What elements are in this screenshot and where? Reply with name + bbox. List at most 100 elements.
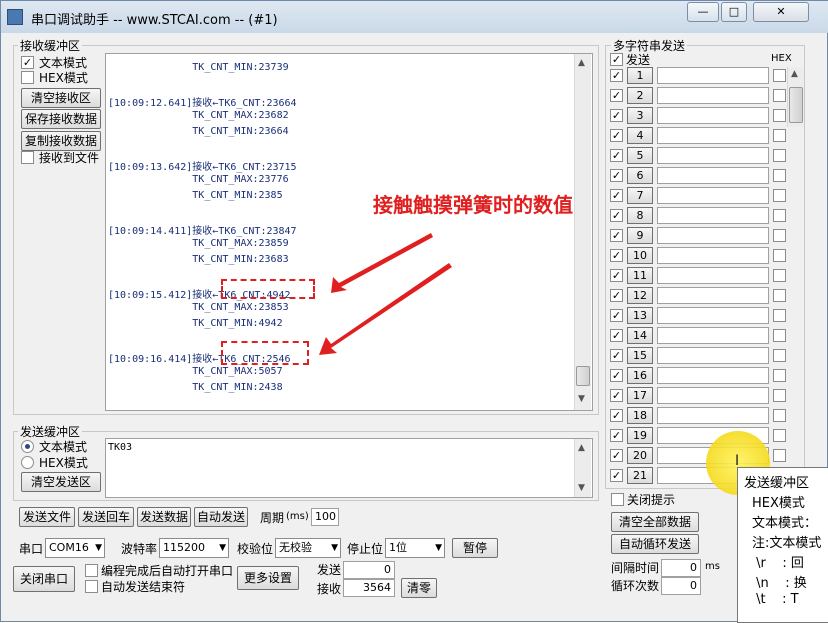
multi-row-checkbox[interactable]: ✓ [610, 409, 623, 422]
clear-all-button[interactable]: 清空全部数据 [611, 512, 699, 532]
clear-send-button[interactable]: 清空发送区 [21, 472, 101, 492]
send-scrollbar[interactable]: ▲ ▼ [574, 439, 591, 497]
multi-row-input[interactable] [657, 187, 769, 204]
send-scroll-up-icon[interactable]: ▲ [578, 443, 585, 453]
period-input[interactable]: 100 [311, 508, 339, 526]
multi-row-checkbox[interactable]: ✓ [610, 69, 623, 82]
send-text-mode-radio[interactable] [21, 440, 34, 453]
multi-row-send-button[interactable]: 10 [627, 247, 653, 264]
multi-row-input[interactable] [657, 167, 769, 184]
multi-row-input[interactable] [657, 347, 769, 364]
loop-input[interactable]: 0 [661, 577, 701, 595]
multi-row-checkbox[interactable]: ✓ [610, 269, 623, 282]
multi-row-checkbox[interactable]: ✓ [610, 449, 623, 462]
multi-row-send-button[interactable]: 11 [627, 267, 653, 284]
multi-row-input[interactable] [657, 207, 769, 224]
multi-row-hex-checkbox[interactable] [773, 189, 786, 202]
multi-row-input[interactable] [657, 107, 769, 124]
multi-row-hex-checkbox[interactable] [773, 349, 786, 362]
multi-row-checkbox[interactable]: ✓ [610, 349, 623, 362]
auto-send-button[interactable]: 自动发送 [194, 507, 248, 527]
multi-row-hex-checkbox[interactable] [773, 229, 786, 242]
multi-row-checkbox[interactable]: ✓ [610, 309, 623, 322]
multi-row-checkbox[interactable]: ✓ [610, 109, 623, 122]
multi-row-checkbox[interactable]: ✓ [610, 329, 623, 342]
multi-row-send-button[interactable]: 8 [627, 207, 653, 224]
multi-row-input[interactable] [657, 87, 769, 104]
multi-row-send-button[interactable]: 19 [627, 427, 653, 444]
multi-row-send-button[interactable]: 18 [627, 407, 653, 424]
multi-row-checkbox[interactable]: ✓ [610, 369, 623, 382]
multi-row-hex-checkbox[interactable] [773, 429, 786, 442]
multi-row-checkbox[interactable]: ✓ [610, 469, 623, 482]
send-enter-button[interactable]: 发送回车 [78, 507, 134, 527]
multi-row-checkbox[interactable]: ✓ [610, 129, 623, 142]
multi-row-send-button[interactable]: 20 [627, 447, 653, 464]
port-select[interactable]: COM16 ▼ [45, 538, 105, 558]
multi-row-send-button[interactable]: 5 [627, 147, 653, 164]
multi-row-input[interactable] [657, 327, 769, 344]
multi-row-send-button[interactable]: 7 [627, 187, 653, 204]
multi-row-checkbox[interactable]: ✓ [610, 149, 623, 162]
multi-row-send-button[interactable]: 2 [627, 87, 653, 104]
multi-row-hex-checkbox[interactable] [773, 329, 786, 342]
auto-close-checkbox[interactable] [85, 580, 98, 593]
multi-row-checkbox[interactable]: ✓ [610, 289, 623, 302]
send-file-button[interactable]: 发送文件 [19, 507, 75, 527]
multi-row-send-button[interactable]: 3 [627, 107, 653, 124]
multi-row-checkbox[interactable]: ✓ [610, 229, 623, 242]
auto-loop-button[interactable]: 自动循环发送 [611, 534, 699, 554]
pause-button[interactable]: 暂停 [452, 538, 498, 558]
stop-select[interactable]: 1位 ▼ [385, 538, 445, 558]
multi-row-hex-checkbox[interactable] [773, 369, 786, 382]
multi-row-send-button[interactable]: 16 [627, 367, 653, 384]
multi-row-input[interactable] [657, 247, 769, 264]
send-data-button[interactable]: 发送数据 [137, 507, 191, 527]
multi-row-input[interactable] [657, 127, 769, 144]
multi-row-hex-checkbox[interactable] [773, 309, 786, 322]
multi-row-send-button[interactable]: 9 [627, 227, 653, 244]
multi-row-checkbox[interactable]: ✓ [610, 429, 623, 442]
multi-row-input[interactable] [657, 147, 769, 164]
multi-row-hex-checkbox[interactable] [773, 449, 786, 462]
multi-row-send-button[interactable]: 15 [627, 347, 653, 364]
multi-row-send-button[interactable]: 21 [627, 467, 653, 484]
multi-row-input[interactable] [657, 387, 769, 404]
baud-select[interactable]: 115200 ▼ [159, 538, 229, 558]
multi-row-send-button[interactable]: 13 [627, 307, 653, 324]
multi-row-send-button[interactable]: 17 [627, 387, 653, 404]
multi-row-checkbox[interactable]: ✓ [610, 89, 623, 102]
multi-row-input[interactable] [657, 307, 769, 324]
multi-row-input[interactable] [657, 227, 769, 244]
multi-row-send-button[interactable]: 1 [627, 67, 653, 84]
multi-row-hex-checkbox[interactable] [773, 69, 786, 82]
more-settings-button[interactable]: 更多设置 [237, 566, 299, 590]
send-hex-mode-radio[interactable] [21, 456, 34, 469]
multi-row-input[interactable] [657, 267, 769, 284]
multi-row-checkbox[interactable]: ✓ [610, 169, 623, 182]
multi-row-input[interactable] [657, 67, 769, 84]
multi-row-send-button[interactable]: 4 [627, 127, 653, 144]
multi-row-checkbox[interactable]: ✓ [610, 389, 623, 402]
multi-row-input[interactable] [657, 367, 769, 384]
parity-select[interactable]: 无校验 ▼ [275, 538, 341, 558]
multi-row-hex-checkbox[interactable] [773, 409, 786, 422]
multi-row-hex-checkbox[interactable] [773, 89, 786, 102]
multi-row-send-button[interactable]: 6 [627, 167, 653, 184]
interval-input[interactable]: 0 [661, 559, 701, 577]
close-port-button[interactable]: 关闭串口 [13, 566, 75, 592]
multi-row-checkbox[interactable]: ✓ [610, 209, 623, 222]
multi-row-checkbox[interactable]: ✓ [610, 249, 623, 262]
multi-row-hex-checkbox[interactable] [773, 289, 786, 302]
multi-row-input[interactable] [657, 407, 769, 424]
multi-scrollbar[interactable]: ▲ [787, 67, 804, 127]
multi-scroll-thumb[interactable] [789, 87, 803, 123]
clear-count-button[interactable]: 清零 [401, 578, 437, 598]
multi-row-hex-checkbox[interactable] [773, 389, 786, 402]
multi-row-hex-checkbox[interactable] [773, 109, 786, 122]
multi-row-input[interactable] [657, 287, 769, 304]
send-scroll-down-icon[interactable]: ▼ [578, 483, 585, 493]
multi-row-hex-checkbox[interactable] [773, 169, 786, 182]
multi-row-hex-checkbox[interactable] [773, 249, 786, 262]
multi-row-send-button[interactable]: 12 [627, 287, 653, 304]
